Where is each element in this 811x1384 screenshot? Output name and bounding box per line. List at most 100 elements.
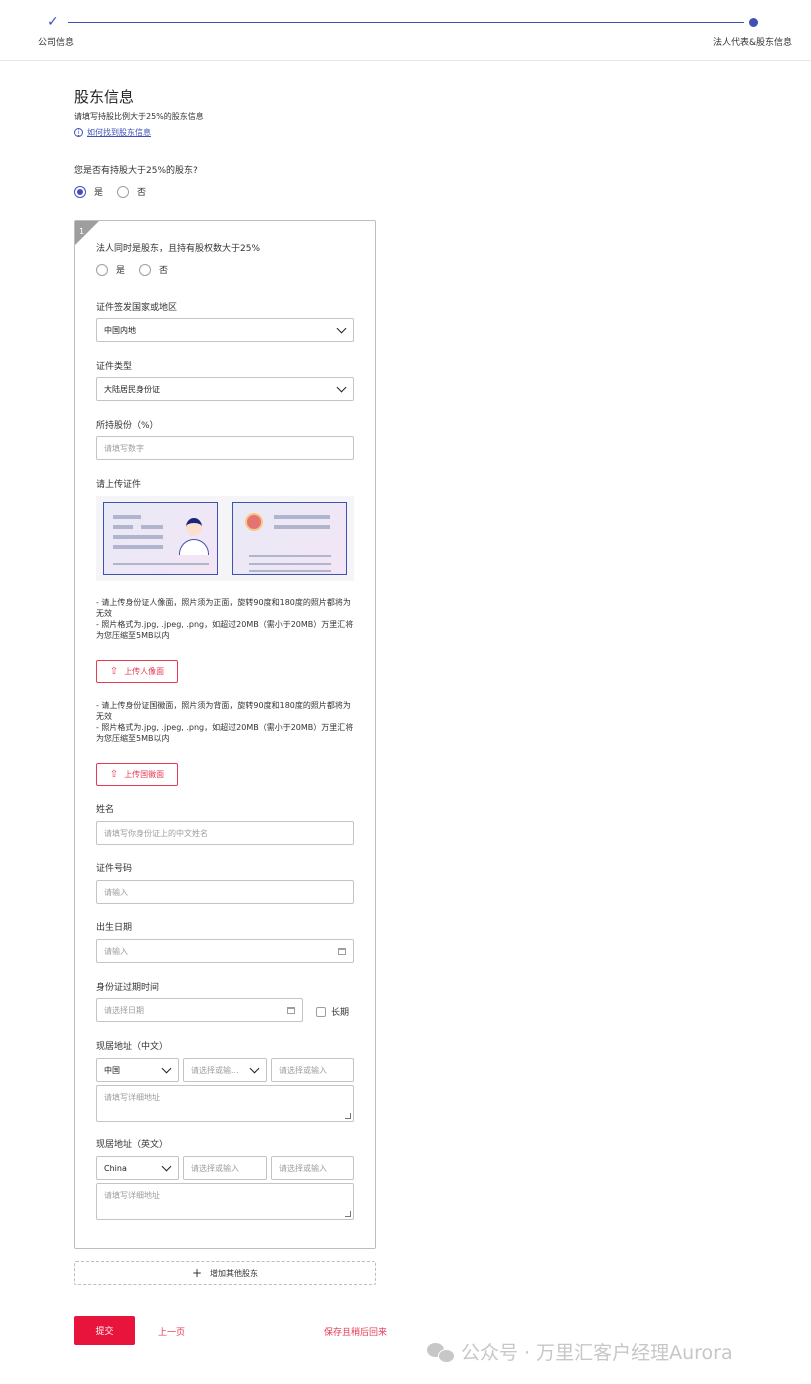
id-type-label: 证件类型 [96,362,133,372]
card-index: 1 [79,227,85,236]
step-shareholder-info: 法人代表&股东信息 [713,38,793,48]
id-expiry-placeholder: 请选择日期 [104,1005,144,1015]
birth-date-input[interactable]: 请输入 [96,939,354,963]
legal-rep-no-label: 否 [159,266,169,276]
long-term-checkbox-row[interactable]: 长期 [316,1005,349,1018]
name-label: 姓名 [96,805,115,815]
legal-rep-radio-group: 是 否 [96,263,182,276]
legal-rep-question: 法人同时是股东，且持有股权数大于25% [96,244,261,254]
current-step-dot [749,18,758,27]
address-en-city-placeholder: 请选择或输入 [279,1163,327,1173]
chevron-down-icon [336,382,347,393]
address-cn-country-value: 中国 [104,1065,120,1075]
check-icon: ✓ [47,14,59,30]
back-note-line2: - 照片格式为.jpg, .jpeg, .png，如超过20MB（需小于20MB… [96,723,354,743]
legal-rep-yes-label: 是 [116,266,126,276]
wechat-icon [427,1341,455,1363]
birth-date-placeholder: 请输入 [104,946,128,956]
address-en-country-select[interactable]: China [96,1156,179,1180]
calendar-icon[interactable] [287,1007,295,1014]
page-title: 股东信息 [74,88,135,106]
address-cn-country-select[interactable]: 中国 [96,1058,179,1082]
upload-back-label: 上传国徽面 [124,770,165,779]
radio-yes[interactable] [74,185,86,198]
address-en-label: 现居地址（英文） [96,1140,169,1150]
step-company-info[interactable]: 公司信息 [38,35,74,48]
id-expiry-label: 身份证过期时间 [96,983,160,993]
radio-yes-label: 是 [94,188,104,198]
front-note-line1: - 请上传身份证人像面，照片须为正面，旋转90度和180度的照片都将为无效 [96,598,351,618]
help-link[interactable]: i 如何找到股东信息 [74,127,151,138]
prev-page-link[interactable]: 上一页 [158,1325,185,1338]
share-pct-placeholder: 请填写数字 [104,443,144,453]
address-cn-detail-textarea[interactable]: 请填写详细地址 [96,1085,354,1122]
address-cn-city-placeholder: 请选择或输入 [279,1065,327,1075]
address-cn-province-select[interactable]: 请选择或输... [183,1058,267,1082]
chevron-down-icon [161,1161,172,1172]
birth-date-label: 出生日期 [96,923,133,933]
radio-no[interactable] [117,185,130,198]
radio-no-label: 否 [137,188,147,198]
name-placeholder: 请填写你身份证上的中文姓名 [104,828,208,838]
upload-back-button[interactable]: ⇧ 上传国徽面 [96,763,178,786]
info-icon: i [74,128,83,137]
id-type-select[interactable]: 大陆居民身份证 [96,377,354,401]
back-upload-note: - 请上传身份证国徽面，照片须为背面，旋转90度和180度的照片都将为无效 - … [96,700,354,744]
legal-rep-radio-no[interactable] [139,263,152,276]
watermark-text: 公众号 · 万里汇客户经理Aurora [461,1342,733,1364]
share-pct-label: 所持股份（%） [96,421,159,431]
id-number-input[interactable]: 请输入 [96,880,354,904]
chevron-down-icon [161,1063,172,1074]
id-front-sample [103,502,218,575]
country-select[interactable]: 中国内地 [96,318,354,342]
address-en-province-placeholder: 请选择或输入 [191,1163,239,1173]
calendar-icon[interactable] [338,948,346,955]
back-note-line1: - 请上传身份证国徽面，照片须为背面，旋转90度和180度的照片都将为无效 [96,701,351,721]
front-upload-note: - 请上传身份证人像面，照片须为正面，旋转90度和180度的照片都将为无效 - … [96,597,354,641]
help-link-label: 如何找到股东信息 [87,128,151,137]
resize-handle-icon[interactable] [345,1113,351,1119]
address-en-city-input[interactable]: 请选择或输入 [271,1156,354,1180]
upload-front-button[interactable]: ⇧ 上传人像面 [96,660,178,683]
address-cn-city-input[interactable]: 请选择或输入 [271,1058,354,1082]
national-emblem-icon [245,513,263,531]
page-subtitle: 请填写持股比例大于25%的股东信息 [74,112,204,121]
add-shareholder-button[interactable]: + 增加其他股东 [74,1261,376,1285]
long-term-label: 长期 [331,1008,350,1018]
major-shareholder-radio-group: 是 否 [74,185,160,198]
progress-stepper: ✓ 公司信息 法人代表&股东信息 [0,0,811,61]
upload-icon: ⇧ [109,666,119,677]
share-pct-input[interactable]: 请填写数字 [96,436,354,460]
chevron-down-icon [249,1063,260,1074]
address-en-province-input[interactable]: 请选择或输入 [183,1156,267,1180]
id-sample-illustration [96,496,354,581]
watermark: 公众号 · 万里汇客户经理Aurora [427,1338,733,1365]
id-expiry-input[interactable]: 请选择日期 [96,998,303,1022]
id-number-label: 证件号码 [96,864,133,874]
resize-handle-icon[interactable] [345,1211,351,1217]
legal-rep-radio-yes[interactable] [96,263,108,276]
major-shareholder-question: 您是否有持股大于25%的股东? [74,166,198,176]
upload-label: 请上传证件 [96,480,142,490]
address-cn-province-placeholder: 请选择或输... [191,1065,239,1075]
address-cn-detail-placeholder: 请填写详细地址 [104,1093,160,1102]
upload-icon: ⇧ [109,769,119,780]
address-cn-label: 现居地址（中文） [96,1042,169,1052]
address-en-country-value: China [104,1163,127,1173]
address-en-detail-textarea[interactable]: 请填写详细地址 [96,1183,354,1220]
id-type-value: 大陆居民身份证 [104,384,160,394]
long-term-checkbox[interactable] [316,1006,326,1017]
submit-button[interactable]: 提交 [74,1316,135,1345]
id-back-sample [232,502,347,575]
chevron-down-icon [336,323,347,334]
id-number-placeholder: 请输入 [104,887,128,897]
add-shareholder-label: 增加其他股东 [210,1268,259,1278]
save-later-link[interactable]: 保存且稍后回来 [324,1325,387,1338]
address-en-detail-placeholder: 请填写详细地址 [104,1191,160,1200]
country-value: 中国内地 [104,325,136,335]
country-label: 证件签发国家或地区 [96,303,178,313]
front-note-line2: - 照片格式为.jpg, .jpeg, .png，如超过20MB（需小于20MB… [96,620,354,640]
stepper-line [68,22,744,23]
portrait-icon [186,518,202,536]
name-input[interactable]: 请填写你身份证上的中文姓名 [96,821,354,845]
